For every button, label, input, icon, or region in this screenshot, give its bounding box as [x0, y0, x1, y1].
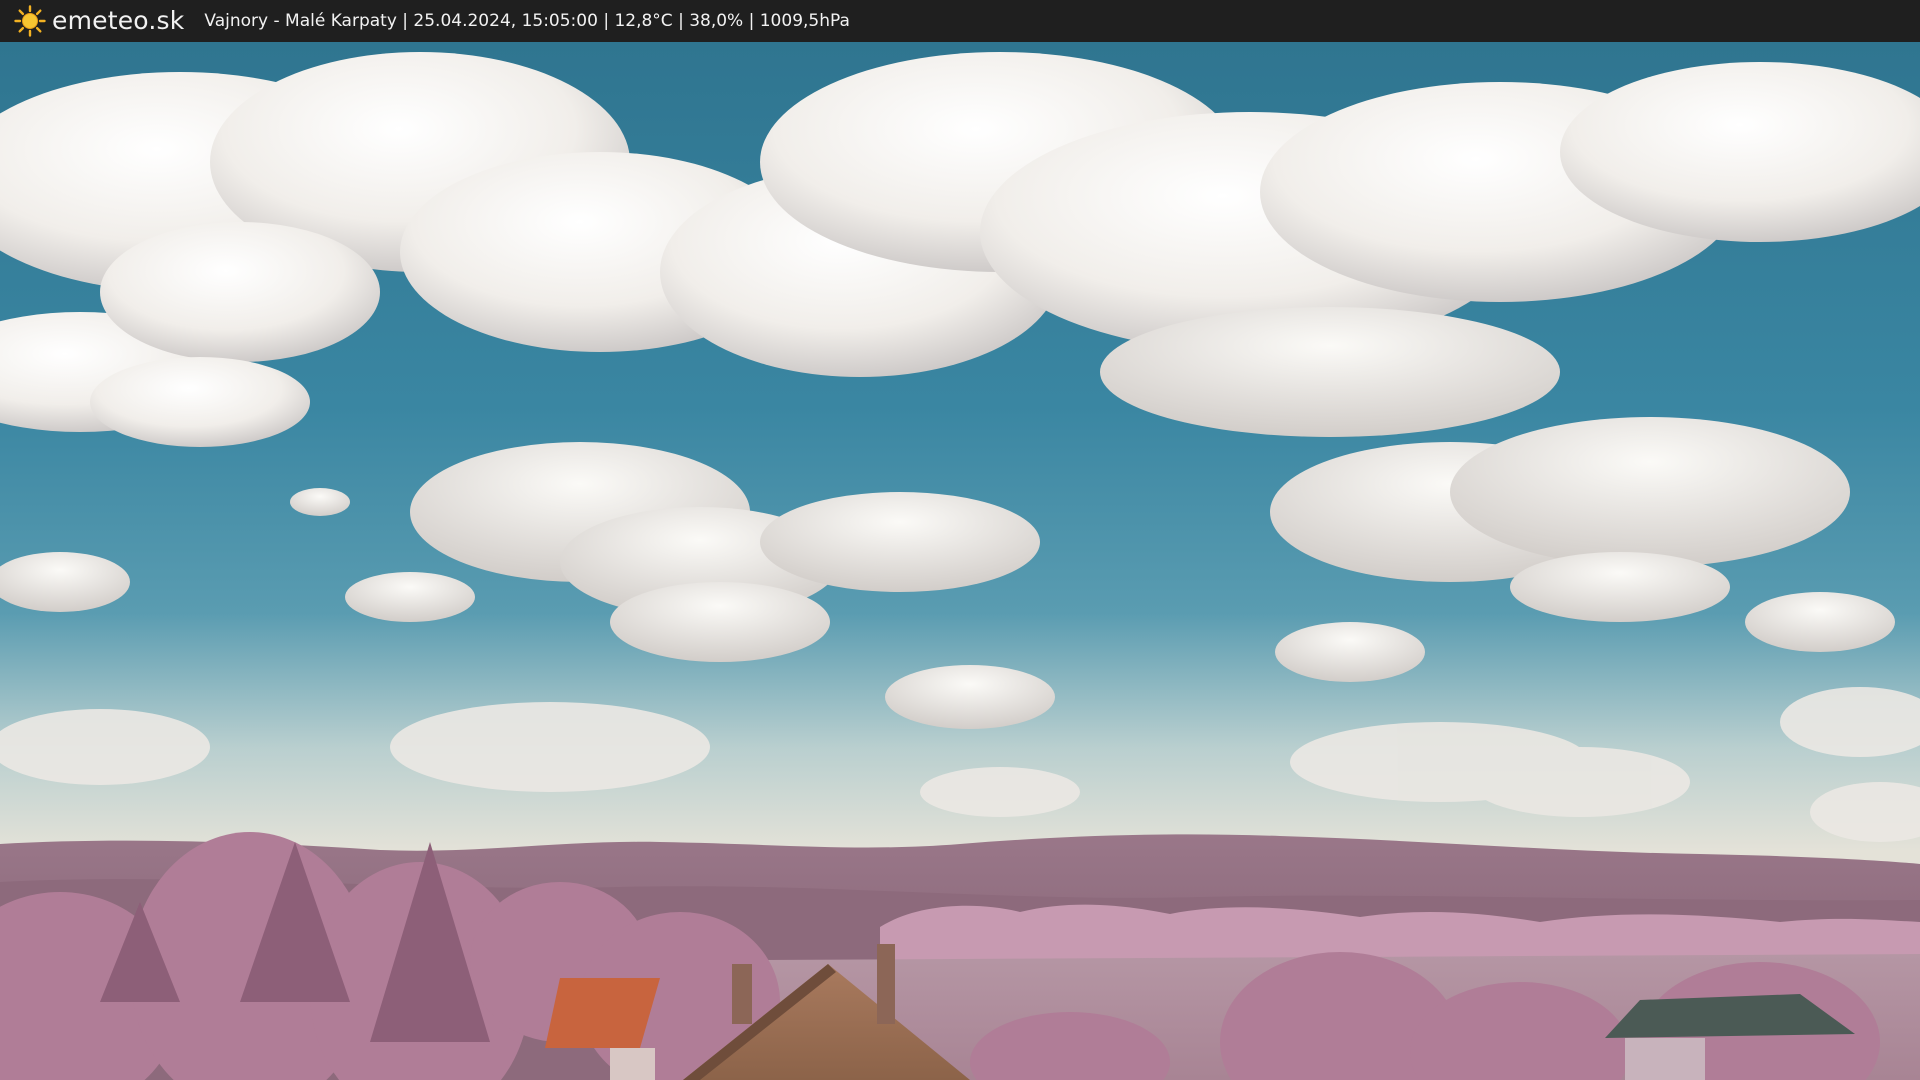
logo-text: emeteo.sk	[52, 5, 185, 35]
logo[interactable]: emeteo.sk	[14, 5, 184, 37]
station-info: Vajnory - Malé Karpaty | 25.04.2024, 15:…	[204, 11, 850, 31]
webcam-image	[0, 42, 1920, 1080]
webcam-page: emeteo.sk Vajnory - Malé Karpaty | 25.04…	[0, 0, 1920, 1080]
header-bar: emeteo.sk Vajnory - Malé Karpaty | 25.04…	[0, 0, 1920, 42]
sun-icon	[14, 5, 46, 37]
